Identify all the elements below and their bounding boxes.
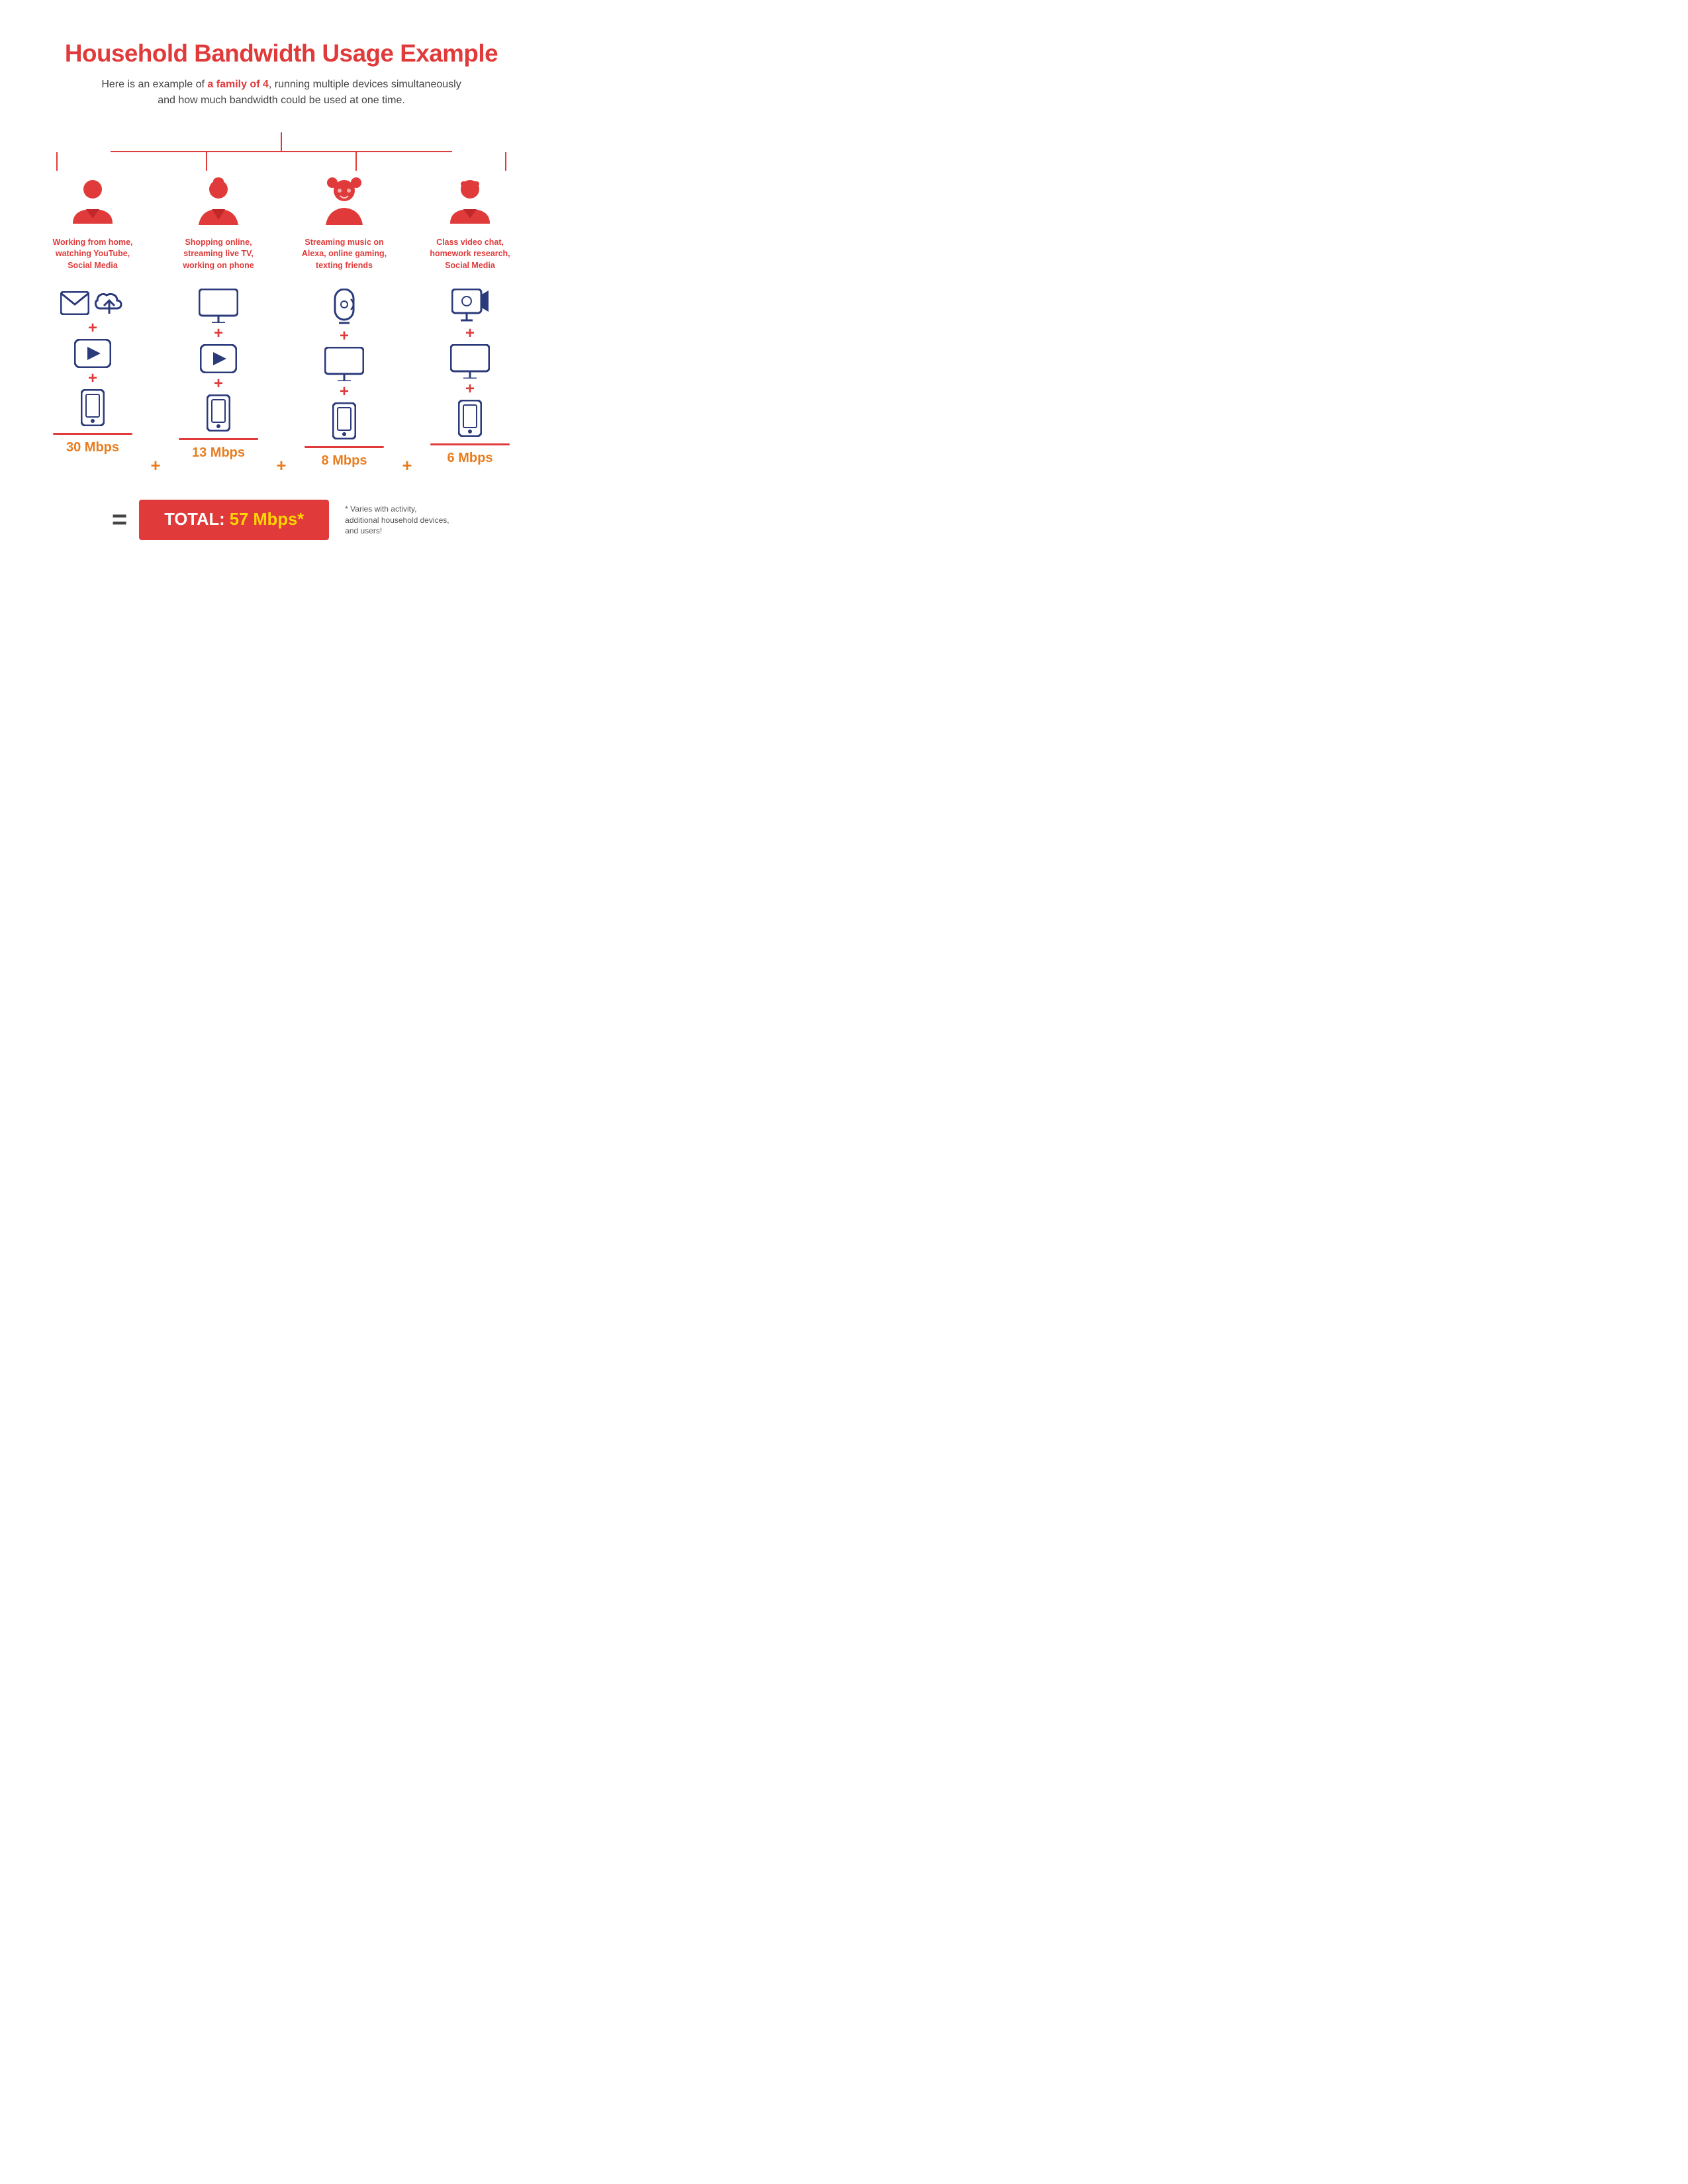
monitor-icon-3 <box>324 347 364 381</box>
adult-female-icon <box>192 177 245 230</box>
divider-2 <box>179 438 258 440</box>
phone-icon-2 <box>207 394 230 432</box>
plus-4a: + <box>465 324 475 343</box>
plus-2b: + <box>214 375 223 393</box>
member-1-desc: Working from home,watching YouTube,Socia… <box>53 237 133 271</box>
totals-plus-2: + <box>277 457 287 476</box>
device-column-1: + + 30 Mbps <box>36 289 149 469</box>
mbps-2: 13 Mbps <box>192 445 245 461</box>
totals-plus-3: + <box>402 457 412 476</box>
member-3: Streaming music onAlexa, online gaming,t… <box>288 177 400 271</box>
branch-3 <box>355 152 357 171</box>
divider-4 <box>430 443 510 445</box>
plus-2a: + <box>214 324 223 343</box>
page-title: Household Bandwidth Usage Example <box>65 40 498 68</box>
child-icon <box>318 177 371 230</box>
branch-1 <box>56 152 58 171</box>
device-1-top <box>60 289 125 318</box>
total-note: * Varies with activity, additional house… <box>345 504 451 537</box>
member-2: Shopping online,streaming live TV,workin… <box>162 177 275 271</box>
subtitle-highlight: a family of 4 <box>207 79 268 90</box>
member-3-desc: Streaming music onAlexa, online gaming,t… <box>302 237 387 271</box>
plus-4b: + <box>465 380 475 398</box>
totals-plus-row: + + + <box>36 462 526 476</box>
total-value: 57 Mbps* <box>230 510 304 529</box>
plus-3a: + <box>340 327 349 345</box>
youtube-icon-2 <box>200 344 237 373</box>
total-banner: TOTAL: 57 Mbps* <box>139 500 329 540</box>
totals-plus-1: + <box>151 457 161 476</box>
member-1: Working from home,watching YouTube,Socia… <box>36 177 149 271</box>
phone-icon-4 <box>458 400 482 437</box>
tree-diagram <box>26 132 536 171</box>
tree-horizontal-line <box>56 151 506 152</box>
divider-3 <box>305 446 384 448</box>
youtube-icon-1 <box>74 339 111 368</box>
subtitle: Here is an example of a family of 4, run… <box>101 77 461 109</box>
device-column-4: + + 6 Mbps <box>414 289 526 469</box>
cloud-upload-icon <box>93 289 125 318</box>
member-2-desc: Shopping online,streaming live TV,workin… <box>183 237 254 271</box>
phone-icon-1 <box>81 389 105 426</box>
alexa-icon <box>330 289 359 326</box>
subtitle-before: Here is an example of <box>101 79 207 90</box>
mbps-1: 30 Mbps <box>66 440 119 455</box>
total-label: TOTAL: <box>164 510 230 529</box>
phone-icon-3 <box>332 402 356 439</box>
branch-2 <box>206 152 207 171</box>
plus-3b: + <box>340 383 349 401</box>
total-section: = TOTAL: 57 Mbps* * Varies with activity… <box>112 500 451 540</box>
branch-4 <box>505 152 506 171</box>
email-icon <box>60 291 89 315</box>
member-4: Class video chat,homework research,Socia… <box>414 177 526 271</box>
teen-icon <box>444 177 496 230</box>
divider-1 <box>53 433 132 435</box>
plus-1a: + <box>88 319 97 338</box>
adult-male-icon <box>66 177 119 230</box>
video-chat-icon <box>451 289 489 323</box>
equals-sign: = <box>112 505 127 535</box>
device-column-2: + + 13 Mbps <box>162 289 275 469</box>
plus-1b: + <box>88 369 97 388</box>
monitor-icon-2 <box>199 289 238 323</box>
tree-vertical-top <box>281 132 282 151</box>
device-column-3: + + 8 Mbps <box>288 289 400 469</box>
member-4-desc: Class video chat,homework research,Socia… <box>430 237 510 271</box>
monitor-icon-4 <box>450 344 490 379</box>
devices-row: + + 30 Mbps + + <box>36 289 526 469</box>
members-row: Working from home,watching YouTube,Socia… <box>36 177 526 271</box>
tree-branches <box>56 152 506 171</box>
